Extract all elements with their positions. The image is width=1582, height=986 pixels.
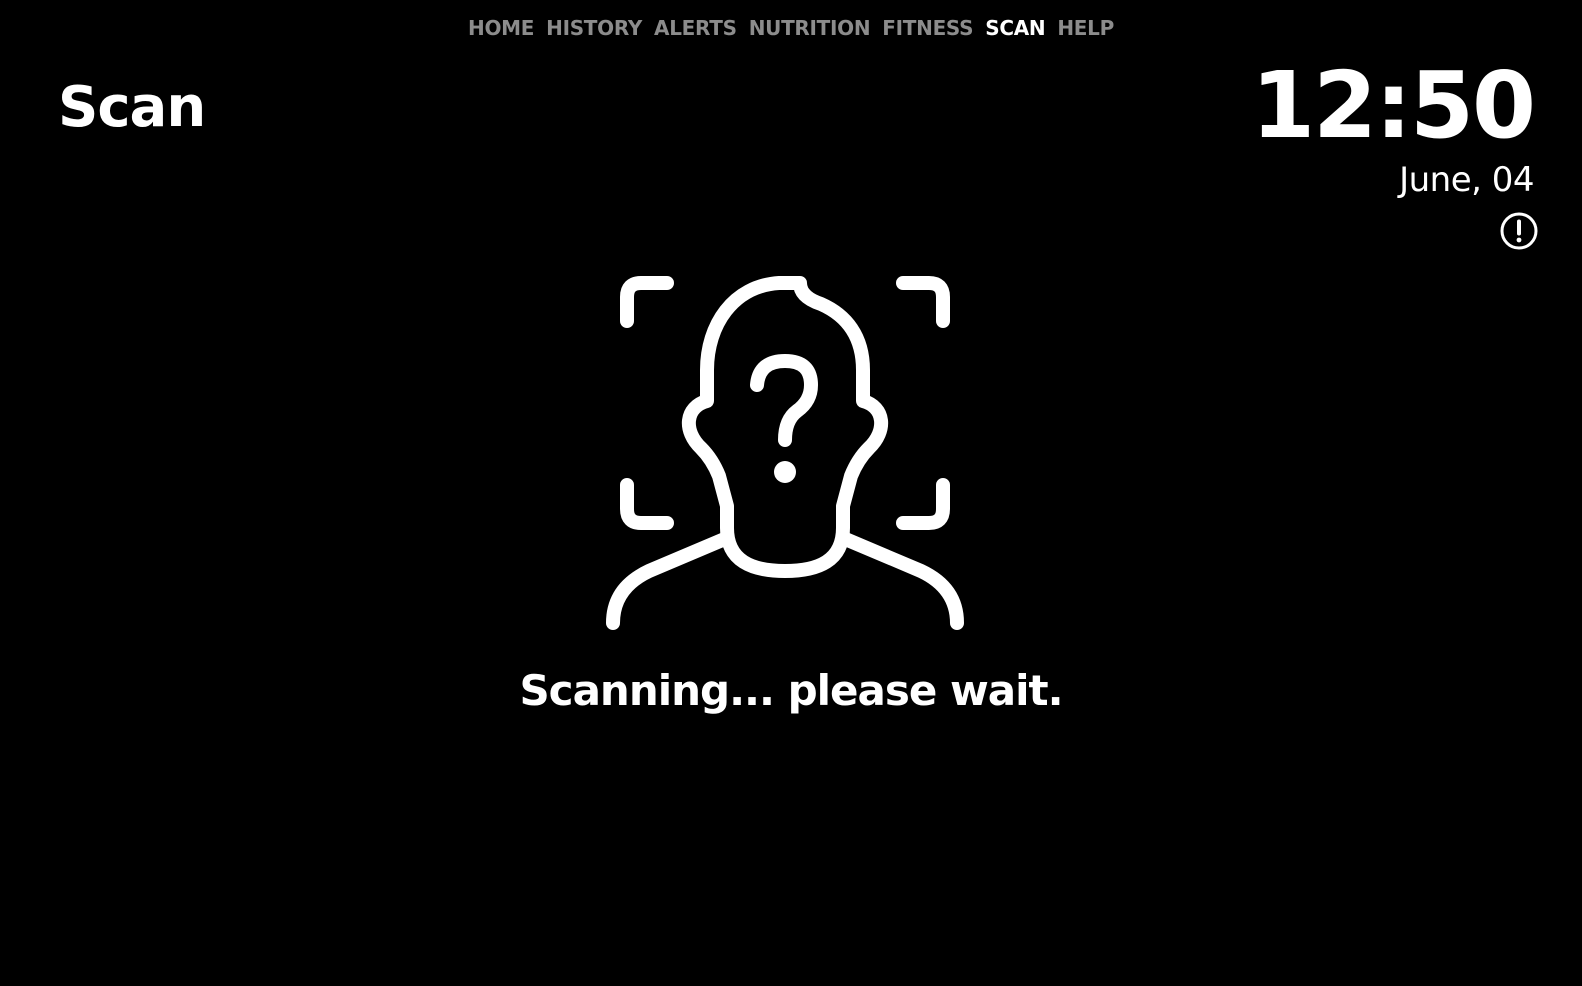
alert-circle-icon[interactable] [1499,211,1539,251]
top-navigation: HOME HISTORY ALERTS NUTRITION FITNESS SC… [0,12,1582,44]
nav-item-scan[interactable]: SCAN [985,12,1045,44]
scan-frame-corner-top-right [896,276,950,328]
scan-frame-corner-bottom-left [620,478,674,530]
nav-item-help[interactable]: HELP [1057,12,1114,44]
nav-item-home[interactable]: HOME [468,12,534,44]
scan-frame-corner-top-left [620,276,674,328]
clock-time: 12:50 [1251,52,1536,159]
question-mark-icon [750,354,818,447]
nav-item-nutrition[interactable]: NUTRITION [749,12,871,44]
page-title: Scan [58,75,206,140]
scan-screen: HOME HISTORY ALERTS NUTRITION FITNESS SC… [0,0,1582,986]
scan-status-text: Scanning... please wait. [519,666,1063,715]
nav-item-history[interactable]: HISTORY [546,12,642,44]
shoulders-outline [606,531,734,630]
clock-date: June, 04 [1399,160,1534,200]
nav-item-alerts[interactable]: ALERTS [654,12,737,44]
nav-item-fitness[interactable]: FITNESS [882,12,973,44]
face-scan-unknown-icon [606,276,964,630]
scan-frame-corner-bottom-right [896,478,950,530]
question-mark-dot [774,461,796,483]
shoulders-outline-right [836,531,964,630]
